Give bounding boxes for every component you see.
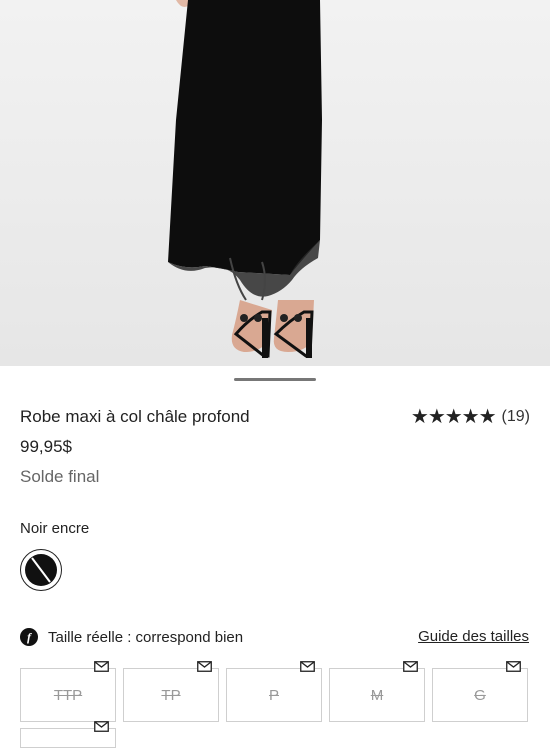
color-swatch-noir-encre[interactable] <box>20 549 62 591</box>
size-label: TTP <box>53 687 83 704</box>
size-button-ttp[interactable]: TTP <box>20 661 116 722</box>
size-button-tp[interactable]: TP <box>123 661 219 722</box>
size-button-g[interactable]: G <box>432 661 528 722</box>
size-label: TP <box>161 687 181 704</box>
size-label: M <box>370 687 384 704</box>
product-image[interactable] <box>0 0 550 366</box>
envelope-icon[interactable] <box>300 661 315 672</box>
size-guide-link[interactable]: Guide des tailles <box>418 628 529 645</box>
fit-text: Taille réelle : correspond bien <box>48 628 244 646</box>
swatch-unavailable-icon <box>25 554 57 586</box>
size-button-m[interactable]: M <box>329 661 425 722</box>
final-sale-label: Solde final <box>20 467 100 486</box>
fit-info-icon: f <box>20 628 38 646</box>
envelope-icon[interactable] <box>94 661 109 672</box>
size-button-p[interactable]: P <box>226 661 322 722</box>
dress-illustration <box>0 0 550 366</box>
product-rating[interactable]: ★★★★★ (19) <box>411 407 530 427</box>
product-price: 99,95$ <box>20 437 72 456</box>
rating-count: (19) <box>501 408 530 425</box>
color-name: Noir encre <box>20 520 90 537</box>
fit-info: f Taille réelle : correspond bien <box>20 628 243 646</box>
sheet-drag-handle[interactable] <box>234 378 316 381</box>
envelope-icon[interactable] <box>94 721 109 732</box>
size-label: P <box>268 687 279 704</box>
size-button-next-row[interactable] <box>20 721 116 748</box>
envelope-icon[interactable] <box>403 661 418 672</box>
size-label: G <box>474 687 486 704</box>
rating-stars-icon: ★★★★★ <box>410 406 497 428</box>
product-title: Robe maxi à col châle profond <box>20 407 250 426</box>
envelope-icon[interactable] <box>506 661 521 672</box>
envelope-icon[interactable] <box>197 661 212 672</box>
